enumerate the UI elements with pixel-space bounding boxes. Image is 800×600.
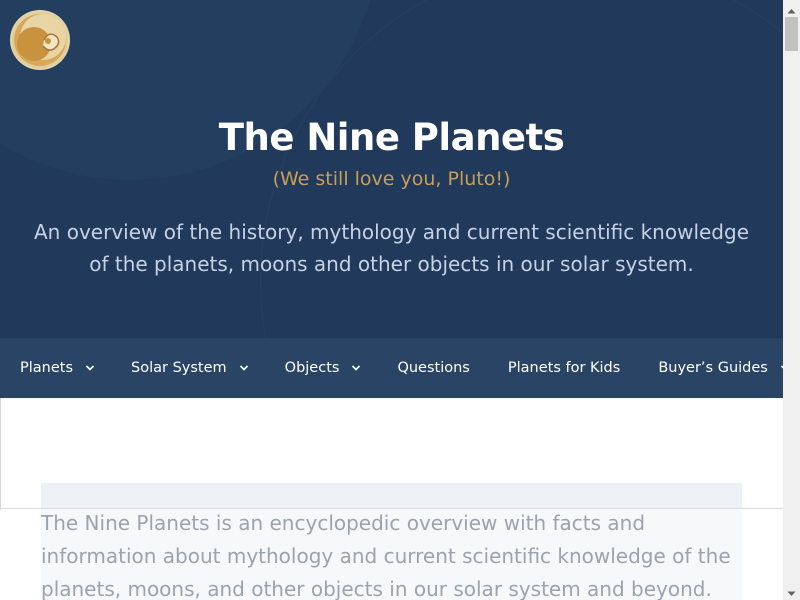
site-description: An overview of the history, mythology an… (34, 220, 749, 276)
nav-item-buyers-guides[interactable]: Buyer’s Guides (658, 338, 783, 398)
vertical-scrollbar[interactable] (783, 0, 800, 600)
chevron-down-icon (239, 363, 249, 373)
content-border (0, 398, 1, 510)
nav-item-solar-system[interactable]: Solar System (131, 338, 249, 398)
nav-item-label: Objects (284, 360, 340, 376)
site-header: The Nine Planets (We still love you, Plu… (0, 0, 783, 338)
scroll-up-button[interactable] (783, 0, 800, 17)
site-title: The Nine Planets (218, 116, 565, 159)
nav-item-objects[interactable]: Objects (285, 338, 362, 398)
nav-item-label: Planets for Kids (507, 360, 621, 376)
page-viewport: The Nine Planets (We still love you, Plu… (0, 0, 783, 600)
planet-logo-icon (10, 10, 70, 70)
nav-item-label: Solar System (131, 360, 227, 376)
chevron-down-icon (351, 363, 361, 373)
site-tagline: (We still love you, Pluto!) (272, 168, 511, 190)
nav-item-questions[interactable]: Questions (397, 338, 469, 398)
nav-item-planets-for-kids[interactable]: Planets for Kids (508, 338, 620, 398)
triangle-down-icon (787, 582, 796, 600)
scrollbar-thumb[interactable] (785, 17, 798, 51)
site-logo-link[interactable] (10, 10, 70, 70)
main-navigation: Planets Solar System Objects Questions P… (0, 338, 783, 398)
nav-item-planets[interactable]: Planets (20, 338, 95, 398)
scroll-down-button[interactable] (783, 583, 800, 600)
chevron-down-icon (85, 363, 95, 373)
nav-item-label: Buyer’s Guides (658, 360, 768, 376)
triangle-up-icon (787, 0, 796, 18)
nav-item-label: Planets (20, 360, 74, 376)
intro-paragraph: The Nine Planets is an encyclopedic over… (41, 511, 731, 600)
nav-item-label: Questions (397, 360, 470, 376)
